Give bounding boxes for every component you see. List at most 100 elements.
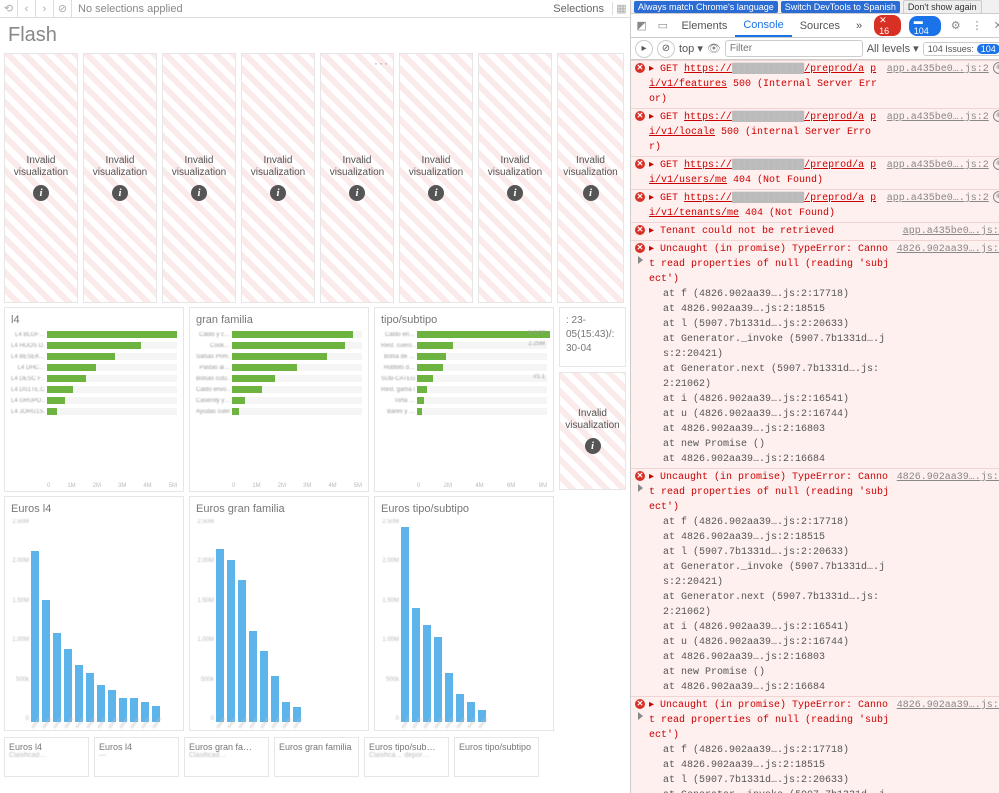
inspect-icon[interactable]: ◩	[631, 19, 652, 32]
globe-icon[interactable]: ⊕	[993, 158, 999, 170]
mini-card[interactable]: Euros l4—	[94, 737, 179, 777]
lang-match-chip[interactable]: Always match Chrome's language	[634, 1, 778, 13]
mini-card[interactable]: Euros gran fa…Clasificad…	[184, 737, 269, 777]
console-entry[interactable]: ✕▸ GET https://████████████/preprod/a pi…	[631, 60, 999, 108]
invalid-viz-card[interactable]: Invalid visualizationi	[162, 53, 236, 303]
info-icon[interactable]: i	[349, 185, 365, 201]
mini-card[interactable]: Euros tipo/subtipo	[454, 737, 539, 777]
levels-select[interactable]: All levels ▾	[867, 42, 919, 55]
chart-gran[interactable]: gran familia Caldo y c…Cook…Salsas Prim……	[189, 307, 369, 492]
expand-icon[interactable]	[638, 256, 643, 264]
chart-euros-gran[interactable]: Euros gran familia 2.50M2.00M1.50M1.00M5…	[189, 496, 369, 731]
step-back-icon[interactable]: ‹	[18, 0, 36, 18]
hbar-row: L4 GRUPO…	[11, 396, 177, 405]
globe-icon[interactable]: ⊕	[993, 110, 999, 122]
source-link[interactable]: app.a435be0….js:2	[881, 110, 989, 155]
chart-tipo[interactable]: tipo/subtipo Caldo en…8.87MRest. cuero…2…	[374, 307, 554, 492]
console-entry[interactable]: ✕▸ GET https://████████████/preprod/a pi…	[631, 189, 999, 222]
mini-card[interactable]: Euros l4Clasificad…	[4, 737, 89, 777]
clear-console-icon[interactable]: ⊘	[657, 40, 675, 58]
sidebar-toggle-icon[interactable]: ▸	[635, 40, 653, 58]
info-icon[interactable]: i	[270, 185, 286, 201]
error-count-badge[interactable]: ✕ 16	[874, 15, 901, 36]
error-icon: ✕	[635, 225, 645, 235]
clear-icon[interactable]: ⊘	[54, 0, 72, 18]
info-icon[interactable]: i	[585, 438, 601, 454]
invalid-viz-card[interactable]: Invalid visualizationi	[557, 53, 624, 303]
mini-card[interactable]: Euros tipo/sub…Clasifica… depor…	[364, 737, 449, 777]
close-icon[interactable]: ✕	[988, 19, 999, 32]
tab-console[interactable]: Console	[735, 14, 791, 37]
info-icon[interactable]: i	[583, 185, 599, 201]
expand-icon[interactable]	[638, 712, 643, 720]
filter-input[interactable]	[725, 40, 863, 57]
globe-icon[interactable]: ⊕	[993, 191, 999, 203]
expand-icon[interactable]	[638, 484, 643, 492]
console-entry[interactable]: ✕▸ GET https://████████████/preprod/a pi…	[631, 156, 999, 189]
lang-dismiss-chip[interactable]: Don't show again	[903, 0, 982, 14]
invalid-viz-card[interactable]: Invalid visualizationi	[399, 53, 473, 303]
chart-l4[interactable]: l4 L4 BLGF…L4 HIJOS D…L4 BESEK…L4 DHC…L4…	[4, 307, 184, 492]
devtools-pane: Always match Chrome's language Switch De…	[631, 0, 999, 793]
chart-euros-tipo[interactable]: Euros tipo/subtipo 2.50M2.00M1.50M1.00M5…	[374, 496, 554, 731]
console-entry[interactable]: ✕▸ Uncaught (in promise) TypeError: Cann…	[631, 468, 999, 696]
invalid-viz-card[interactable]: Invalid visualizationi	[478, 53, 552, 303]
mini-title: Euros l4	[9, 742, 84, 752]
selection-tool-icon[interactable]: ⟲	[0, 0, 18, 18]
info-icon[interactable]: i	[428, 185, 444, 201]
vbar	[227, 560, 235, 722]
hbar-category: Caldo envo…	[196, 387, 230, 393]
lang-switch-chip[interactable]: Switch DevTools to Spanish	[781, 1, 900, 13]
issues-button[interactable]: 104 Issues: 104	[923, 42, 999, 56]
source-link[interactable]: 4826.902aa39….js:2	[891, 698, 999, 793]
info-icon[interactable]: i	[191, 185, 207, 201]
chart-title: Euros gran familia	[196, 503, 362, 515]
console-entry[interactable]: ✕▸ Tenant could not be retrievedapp.a435…	[631, 222, 999, 240]
hbar-row: L4 JORG1S…	[11, 407, 177, 416]
hbar-category: L4 DESC F…	[11, 376, 45, 382]
chart-euros-l4[interactable]: Euros l4 2.50M2.00M1.50M1.00M500k0 xxxxx…	[4, 496, 184, 731]
info-icon[interactable]: i	[33, 185, 49, 201]
hbar-row: Rest. cuero…2.25M	[381, 341, 547, 350]
step-fwd-icon[interactable]: ›	[36, 0, 54, 18]
hbar-category: Pastas al…	[196, 365, 230, 371]
console-entry[interactable]: ✕▸ Uncaught (in promise) TypeError: Cann…	[631, 240, 999, 468]
invalid-viz-card[interactable]: Invalid visualizationi	[83, 53, 157, 303]
selections-label[interactable]: Selections	[545, 3, 612, 15]
invalid-viz-card[interactable]: Invalid visualizationi	[4, 53, 78, 303]
console-entry[interactable]: ✕▸ Uncaught (in promise) TypeError: Cann…	[631, 696, 999, 793]
more-icon[interactable]: ⋮	[966, 19, 987, 32]
source-link[interactable]: 4826.902aa39….js:2	[891, 242, 999, 467]
selections-grid-icon[interactable]: ▦	[612, 2, 630, 15]
globe-icon[interactable]: ⊕	[993, 62, 999, 74]
source-link[interactable]: 4826.902aa39….js:2	[891, 470, 999, 695]
tab-elements[interactable]: Elements	[673, 14, 735, 37]
mini-card[interactable]: Euros gran familia	[274, 737, 359, 777]
invalid-viz-card[interactable]: ···Invalid visualizationi	[320, 53, 394, 303]
warn-count-badge[interactable]: ▬ 104	[909, 16, 941, 36]
hbar-category: L4 DHC…	[11, 365, 45, 371]
eye-icon[interactable]: 👁	[707, 42, 721, 55]
source-link[interactable]: app.a435be0….js:2	[881, 191, 989, 221]
vbar	[260, 651, 268, 722]
devtools-infobar: Always match Chrome's language Switch De…	[631, 0, 999, 14]
tab-sources[interactable]: Sources	[792, 14, 848, 37]
device-icon[interactable]: ▭	[652, 19, 673, 32]
invalid-viz-side[interactable]: Invalid visualization i	[559, 372, 626, 490]
source-link[interactable]: app.a435be0….js:2	[881, 62, 989, 107]
chart-title: tipo/subtipo	[381, 314, 547, 326]
mini-title: Euros l4	[99, 742, 174, 752]
vbar	[31, 551, 39, 722]
source-link[interactable]: app.a435be0….js:2	[881, 158, 989, 188]
tab-more[interactable]: »	[848, 14, 870, 37]
source-link[interactable]: app.a435be0….js:2	[897, 224, 999, 239]
info-icon[interactable]: i	[112, 185, 128, 201]
invalid-viz-card[interactable]: Invalid visualizationi	[241, 53, 315, 303]
info-icon[interactable]: i	[507, 185, 523, 201]
hbar-row: Ayudas culin…	[196, 407, 362, 416]
context-select[interactable]: top ▾	[679, 42, 703, 55]
card-menu-icon[interactable]: ···	[374, 56, 389, 70]
console-log-area[interactable]: ✕▸ GET https://████████████/preprod/a pi…	[631, 60, 999, 793]
settings-icon[interactable]: ⚙	[945, 19, 966, 32]
console-entry[interactable]: ✕▸ GET https://████████████/preprod/a pi…	[631, 108, 999, 156]
